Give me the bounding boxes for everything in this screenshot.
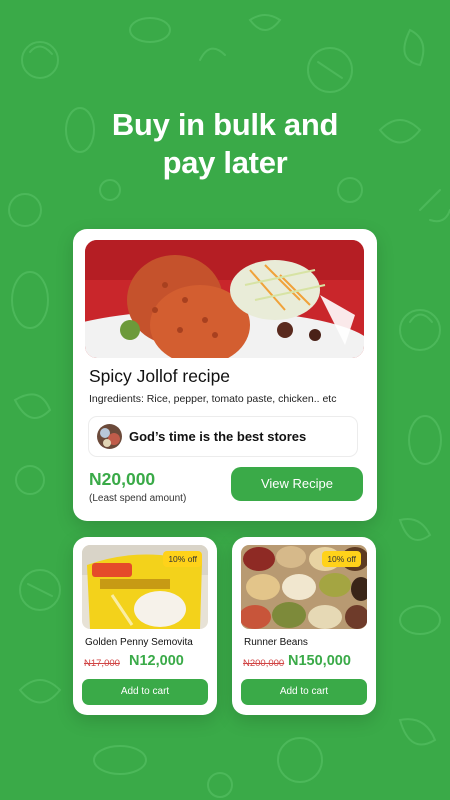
- recipe-price: N20,000: [89, 469, 156, 489]
- headline-line-1: Buy in bulk and: [111, 107, 339, 142]
- recipe-price-note: (Least spend amount): [89, 493, 187, 504]
- recipe-ingredients: Ingredients: Rice, pepper, tomato paste,…: [89, 393, 337, 405]
- product-old-price: N17,000: [84, 658, 120, 669]
- recipe-title: Spicy Jollof recipe: [89, 366, 231, 386]
- discount-badge: 10% off: [322, 551, 361, 567]
- store-name: God’s time is the best stores: [129, 429, 307, 444]
- product-photo: 10% off: [241, 545, 367, 629]
- add-to-cart-button[interactable]: Add to cart: [82, 679, 208, 705]
- product-card-runner-beans[interactable]: 10% off Runner Beans N200,000 N150,000 A…: [232, 537, 376, 715]
- recipe-card[interactable]: Spicy Jollof recipe Ingredients: Rice, p…: [73, 229, 377, 521]
- discount-badge: 10% off: [163, 551, 202, 567]
- headline: Buy in bulk and pay later: [0, 106, 450, 182]
- product-photo: 10% off: [82, 545, 208, 629]
- store-row[interactable]: God’s time is the best stores: [88, 416, 358, 457]
- product-name: Runner Beans: [244, 637, 308, 648]
- recipe-photo: [85, 240, 364, 358]
- product-new-price: N12,000: [129, 653, 184, 669]
- add-to-cart-button[interactable]: Add to cart: [241, 679, 367, 705]
- view-recipe-button[interactable]: View Recipe: [231, 467, 363, 501]
- headline-line-2: pay later: [162, 145, 288, 180]
- store-avatar: [97, 424, 122, 449]
- product-new-price: N150,000: [288, 653, 351, 669]
- product-name: Golden Penny Semovita: [85, 637, 193, 648]
- product-old-price: N200,000: [243, 658, 285, 669]
- product-card-semovita[interactable]: 10% off Golden Penny Semovita N17,000 N1…: [73, 537, 217, 715]
